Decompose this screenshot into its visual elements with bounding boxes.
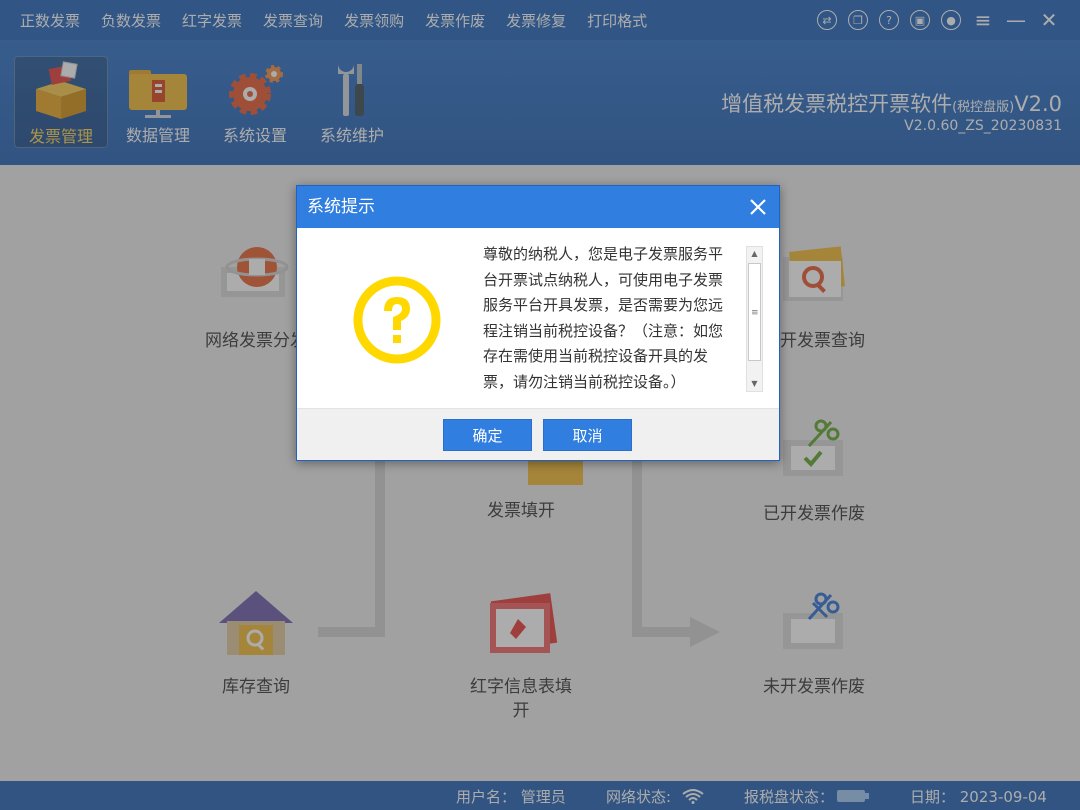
scroll-up-icon[interactable]: ▲ <box>747 247 762 261</box>
dialog-message: 尊敬的纳税人，您是电子发票服务平台开票试点纳税人，可使用电子发票服务平台开具发票… <box>483 245 724 391</box>
question-icon <box>353 276 441 364</box>
dialog-title-bar: 系统提示 <box>297 186 779 228</box>
system-prompt-dialog: 系统提示 尊敬的纳税人，您是电子发票服务平台开票试点纳税人，可使用电子发票服务平… <box>296 185 780 461</box>
cancel-button[interactable]: 取消 <box>543 419 632 451</box>
grip-icon: ≡ <box>751 308 759 318</box>
dialog-title: 系统提示 <box>307 197 375 217</box>
scrollbar-thumb[interactable]: ≡ <box>748 263 761 361</box>
close-icon[interactable] <box>745 194 771 220</box>
dialog-footer: 确定 取消 <box>297 408 779 460</box>
message-scrollbar[interactable]: ▲ ≡ ▼ <box>746 246 763 392</box>
dialog-body: 尊敬的纳税人，您是电子发票服务平台开票试点纳税人，可使用电子发票服务平台开具发票… <box>297 228 779 408</box>
scroll-down-icon[interactable]: ▼ <box>747 377 762 391</box>
ok-button[interactable]: 确定 <box>443 419 532 451</box>
